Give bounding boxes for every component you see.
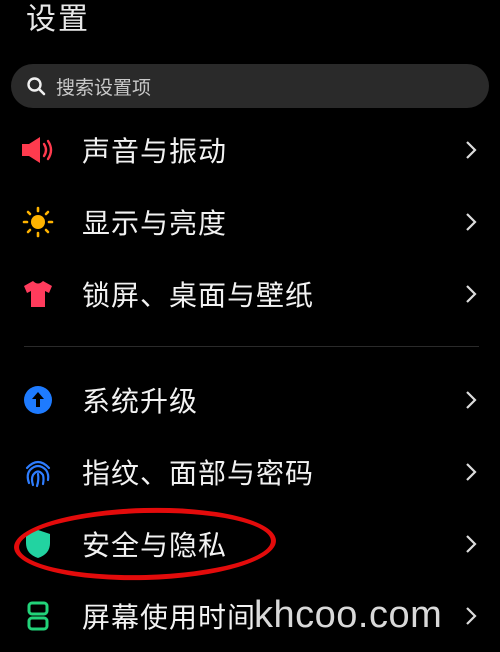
search-input[interactable]: 搜索设置项 [11, 64, 489, 108]
hourglass-icon [20, 598, 56, 634]
settings-item-label: 指纹、面部与密码 [82, 457, 315, 490]
search-placeholder: 搜索设置项 [56, 76, 152, 99]
chevron-right-icon [466, 141, 477, 159]
sun-icon [20, 204, 56, 240]
speaker-icon [20, 132, 56, 168]
settings-item-biometrics[interactable]: 指纹、面部与密码 [0, 436, 500, 508]
chevron-right-icon [466, 285, 477, 303]
settings-item-wallpaper[interactable]: 锁屏、桌面与壁纸 [0, 258, 500, 330]
settings-item-system-upgrade[interactable]: 系统升级 [0, 364, 500, 436]
upgrade-arrow-icon [20, 382, 56, 418]
settings-item-sound[interactable]: 声音与振动 [0, 114, 500, 186]
chevron-right-icon [466, 535, 477, 553]
settings-item-label: 锁屏、桌面与壁纸 [82, 279, 315, 312]
settings-item-display[interactable]: 显示与亮度 [0, 186, 500, 258]
tshirt-icon [20, 276, 56, 312]
settings-item-label: 声音与振动 [82, 135, 228, 168]
settings-item-label: 系统升级 [82, 385, 199, 418]
chevron-right-icon [466, 607, 477, 625]
settings-item-label: 显示与亮度 [82, 207, 228, 240]
chevron-right-icon [466, 463, 477, 481]
chevron-right-icon [466, 391, 477, 409]
chevron-right-icon [466, 213, 477, 231]
watermark: khcoo.com [254, 594, 443, 636]
page-title: 设置 [26, 2, 90, 37]
settings-item-label: 屏幕使用时间 [82, 601, 257, 634]
search-icon [27, 77, 46, 96]
fingerprint-icon [20, 454, 56, 490]
section-divider [24, 346, 479, 347]
